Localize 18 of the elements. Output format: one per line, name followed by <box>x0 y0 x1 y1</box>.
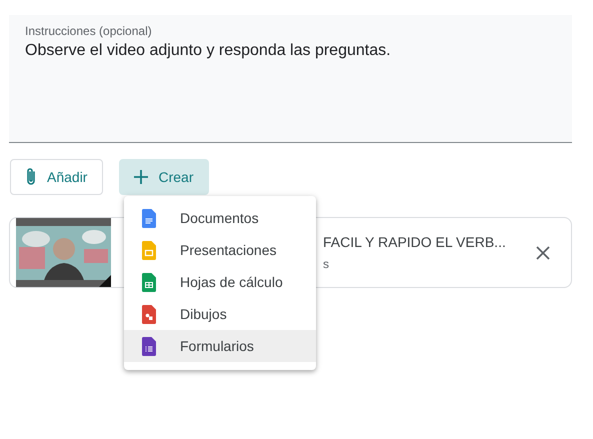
sheets-icon <box>142 272 156 292</box>
menu-item[interactable]: Hojas de cálculo <box>124 266 316 298</box>
attachment-subtitle: s <box>323 256 330 273</box>
menu-item[interactable]: Dibujos <box>124 298 316 330</box>
forms-icon <box>142 336 156 356</box>
instructions-field[interactable]: Instrucciones (opcional) Observe el video adjunto y responda las preguntas. <box>9 15 572 143</box>
menu-item[interactable]: Presentaciones <box>124 234 316 266</box>
create-button[interactable]: Crear <box>119 159 210 195</box>
plus-icon <box>134 170 148 184</box>
slides-icon <box>142 240 156 260</box>
menu-item[interactable]: Formularios <box>124 330 316 362</box>
close-icon <box>536 246 550 260</box>
attachment-title[interactable]: FACIL Y RAPIDO EL VERB... <box>323 232 523 253</box>
drawings-icon <box>142 304 156 324</box>
paperclip-icon <box>25 167 37 187</box>
menu-item[interactable]: Documentos <box>124 202 316 234</box>
docs-icon <box>142 208 156 228</box>
add-button[interactable]: Añadir <box>10 159 104 195</box>
